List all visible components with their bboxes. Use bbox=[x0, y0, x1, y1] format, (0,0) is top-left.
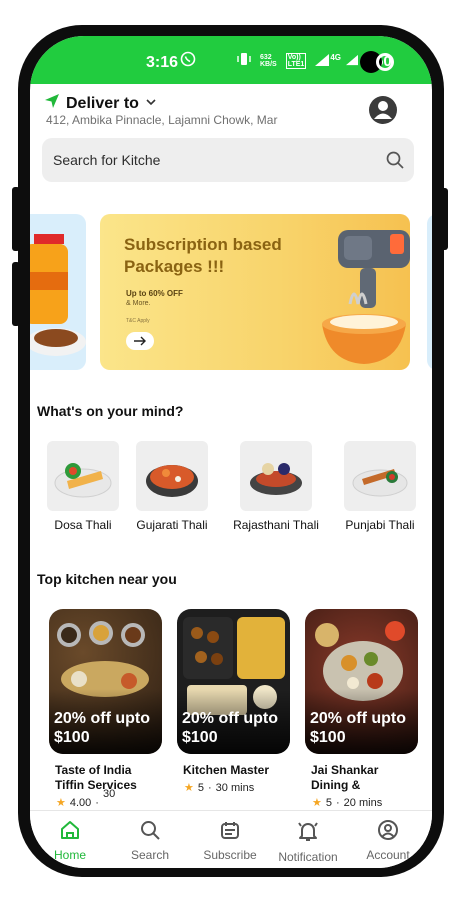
kitchens-title: Top kitchen near you bbox=[37, 571, 177, 587]
kitchen-card[interactable]: 20% off upto $100 Jai Shankar Dining & ★… bbox=[305, 609, 418, 809]
category-item[interactable]: Punjabi Thali bbox=[335, 441, 425, 532]
category-label: Gujarati Thali bbox=[136, 518, 208, 532]
vibrate-icon bbox=[237, 52, 251, 70]
banner-prev-peek[interactable] bbox=[30, 214, 86, 370]
phone-side-button bbox=[441, 188, 448, 250]
delivery-address: 412, Ambika Pinnacle, Lajamni Chowk, Mar bbox=[46, 113, 278, 127]
kitchen-meta: ★ 5 · 20 mins bbox=[305, 796, 418, 810]
separator-dot: · bbox=[336, 796, 340, 809]
kitchen-meta: ★ 5 · 30 mins bbox=[177, 781, 290, 795]
kitchen-rating: 4.00 bbox=[69, 796, 92, 809]
kitchen-time: 30 mins bbox=[215, 781, 255, 794]
kitchen-name: Jai Shankar Dining & bbox=[311, 763, 379, 792]
phone-screen: 3:16 632 KB/S Vo)) LTE1 4G 50 Deliver to… bbox=[30, 36, 432, 868]
chevron-down-icon bbox=[145, 95, 157, 113]
kitchen-card[interactable]: 20% off upto $100 Kitchen Master ★ 5 · 3… bbox=[177, 609, 290, 794]
kitchen-name: Kitchen Master bbox=[183, 763, 270, 777]
phone-side-button bbox=[12, 187, 20, 251]
nav-label: Subscribe bbox=[203, 848, 257, 862]
kitchen-offer: 20% off upto $100 bbox=[54, 710, 150, 746]
deliver-title: Deliver to bbox=[66, 94, 139, 112]
kitchen-rating: 5 bbox=[325, 796, 332, 809]
bottom-nav: Home Search Subscribe Notification Accou… bbox=[30, 810, 432, 868]
nav-label: Notification bbox=[278, 850, 338, 864]
banner-next-peek[interactable] bbox=[427, 214, 432, 370]
kitchen-image: 20% off upto $100 bbox=[49, 609, 162, 754]
search-input[interactable]: Search for Kitche bbox=[42, 138, 414, 182]
kitchen-offer: 20% off upto $100 bbox=[310, 710, 406, 746]
banner-arrow-button[interactable] bbox=[126, 332, 154, 350]
kitchen-image: 20% off upto $100 bbox=[177, 609, 290, 754]
account-icon bbox=[378, 820, 398, 840]
category-label: Rajasthani Thali bbox=[233, 518, 319, 532]
nav-label: Search bbox=[130, 848, 170, 862]
promo-banner[interactable]: Subscription based Packages !!! Up to 60… bbox=[100, 214, 410, 370]
network-speed: 632 KB/S bbox=[260, 54, 277, 68]
banner-terms: T&C Apply bbox=[126, 318, 150, 324]
banner-more: & More. bbox=[126, 300, 151, 307]
search-icon bbox=[141, 821, 160, 840]
deliver-to-selector[interactable]: Deliver to bbox=[44, 93, 157, 114]
star-icon: ★ bbox=[56, 797, 66, 809]
category-label: Punjabi Thali bbox=[345, 518, 415, 532]
banner-offer: Up to 60% OFF bbox=[126, 289, 183, 298]
kitchen-image: 20% off upto $100 bbox=[305, 609, 418, 754]
kitchen-time: 30 bbox=[102, 787, 116, 800]
location-arrow-icon bbox=[44, 93, 60, 114]
kitchen-offer: 20% off upto $100 bbox=[182, 710, 278, 746]
nav-subscribe[interactable]: Subscribe bbox=[190, 819, 270, 862]
categories-title: What's on your mind? bbox=[37, 403, 184, 419]
oil-bottle-image bbox=[30, 234, 86, 356]
nav-notification[interactable]: Notification bbox=[268, 819, 348, 864]
dosa-thali-image bbox=[54, 463, 112, 498]
battery-icon bbox=[376, 53, 394, 71]
status-time: 3:16 bbox=[146, 54, 179, 71]
nav-label: Account bbox=[366, 848, 410, 862]
nav-search[interactable]: Search bbox=[110, 819, 190, 862]
search-placeholder: Search for Kitche bbox=[53, 152, 161, 168]
bell-icon bbox=[298, 822, 318, 841]
nav-account[interactable]: Account bbox=[348, 819, 428, 862]
status-bar: 3:16 632 KB/S Vo)) LTE1 4G 50 bbox=[30, 36, 432, 84]
star-icon: ★ bbox=[312, 797, 322, 809]
separator-dot: · bbox=[95, 796, 99, 809]
category-image bbox=[344, 441, 416, 511]
category-image bbox=[240, 441, 312, 511]
profile-avatar[interactable] bbox=[368, 95, 398, 125]
category-label: Dosa Thali bbox=[54, 518, 112, 532]
category-item[interactable]: Gujarati Thali bbox=[127, 441, 217, 532]
star-icon: ★ bbox=[184, 782, 194, 794]
banner-title: Subscription based Packages !!! bbox=[124, 235, 282, 276]
kitchen-card[interactable]: 20% off upto $100 Taste of India Tiffin … bbox=[49, 609, 162, 809]
home-icon bbox=[61, 821, 79, 839]
category-item[interactable]: Dosa Thali bbox=[38, 441, 128, 532]
network-type: 4G bbox=[330, 52, 342, 62]
header: Deliver to 412, Ambika Pinnacle, Lajamni… bbox=[30, 84, 432, 138]
user-icon bbox=[369, 96, 397, 124]
rajasthani-thali-image bbox=[250, 463, 302, 495]
category-item[interactable]: Rajasthani Thali bbox=[231, 441, 321, 532]
gujarati-thali-image bbox=[146, 465, 198, 497]
signal-icon bbox=[315, 53, 330, 70]
separator-dot: · bbox=[208, 781, 212, 794]
mixer-illustration bbox=[322, 230, 410, 364]
kitchen-time: 20 mins bbox=[343, 796, 383, 809]
nav-label: Home bbox=[53, 848, 86, 862]
nav-home[interactable]: Home bbox=[30, 819, 110, 862]
punjabi-thali-image bbox=[352, 469, 408, 497]
kitchen-rating: 5 bbox=[197, 781, 204, 794]
category-image bbox=[136, 441, 208, 511]
volte-icon: Vo)) LTE1 bbox=[285, 53, 307, 69]
phone-side-button bbox=[12, 262, 20, 326]
arrow-right-icon bbox=[134, 336, 146, 346]
signal-icon bbox=[346, 53, 359, 70]
search-icon[interactable] bbox=[385, 150, 405, 175]
kitchen-meta: ★ 4.00 · 30 bbox=[49, 788, 162, 810]
category-image bbox=[47, 441, 119, 511]
whatsapp-icon bbox=[180, 51, 196, 71]
calendar-icon bbox=[221, 822, 239, 839]
